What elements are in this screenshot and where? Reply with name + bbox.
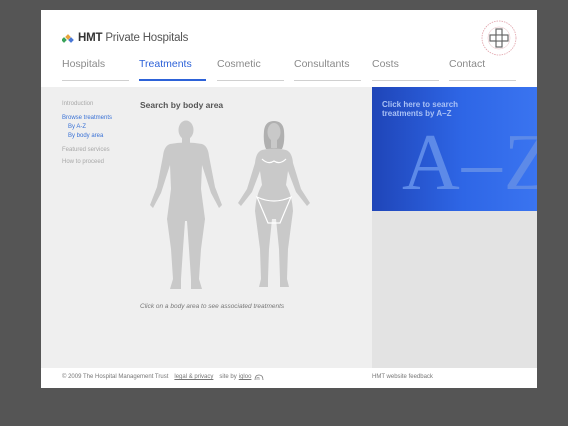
nav-item-hospitals[interactable]: Hospitals <box>62 57 129 81</box>
copyright-text: © 2009 The Hospital Management Trust <box>62 374 169 380</box>
footer-left: © 2009 The Hospital Management Trust leg… <box>62 374 264 380</box>
header: HMT Private Hospitals Hospitals Treatmen… <box>41 10 537 87</box>
female-body-figure-icon[interactable] <box>238 121 310 287</box>
sidebar-item-introduction[interactable]: Introduction <box>62 100 132 109</box>
a-z-search-panel[interactable]: Click here to search treatments by A–Z A… <box>372 87 537 211</box>
logo[interactable]: HMT Private Hospitals <box>62 30 188 46</box>
sidebar: Introduction Browse treatments By A-Z By… <box>62 100 132 167</box>
nav-item-contact[interactable]: Contact <box>449 57 516 81</box>
secondary-panel <box>372 211 537 368</box>
footer: © 2009 The Hospital Management Trust leg… <box>41 368 537 388</box>
website-feedback-link[interactable]: HMT website feedback <box>372 374 433 380</box>
a-z-search-link[interactable]: Click here to search treatments by A–Z <box>382 100 492 118</box>
logo-text: HMT Private Hospitals <box>78 32 189 44</box>
sidebar-item-by-a-z[interactable]: By A-Z <box>62 123 132 132</box>
sidebar-item-by-body-area[interactable]: By body area <box>62 132 132 141</box>
nav-item-costs[interactable]: Costs <box>372 57 439 81</box>
sidebar-item-featured-services[interactable]: Featured services <box>62 146 132 155</box>
sidebar-item-browse-treatments[interactable]: Browse treatments <box>62 114 132 123</box>
main-nav: Hospitals Treatments Cosmetic Consultant… <box>62 57 517 83</box>
agency-link[interactable]: igloo <box>239 374 252 380</box>
sidebar-item-how-to-proceed[interactable]: How to proceed <box>62 158 132 167</box>
male-body-figure-icon[interactable] <box>150 120 222 290</box>
page: HMT Private Hospitals Hospitals Treatmen… <box>41 10 537 388</box>
nav-item-consultants[interactable]: Consultants <box>294 57 361 81</box>
body-figures <box>150 120 310 290</box>
site-by-text: site by <box>219 374 237 380</box>
hospital-cross-seal-icon <box>481 20 517 56</box>
igloo-icon <box>255 374 264 380</box>
content-area: Introduction Browse treatments By A-Z By… <box>41 87 537 368</box>
a-z-big-lettering: A–Z <box>402 119 537 207</box>
figure-caption: Click on a body area to see associated t… <box>140 303 285 310</box>
nav-item-cosmetic[interactable]: Cosmetic <box>217 57 284 81</box>
hmt-logo-icon <box>62 33 74 43</box>
nav-item-treatments[interactable]: Treatments <box>139 57 206 81</box>
legal-privacy-link[interactable]: legal & privacy <box>174 374 213 380</box>
section-title: Search by body area <box>140 100 224 110</box>
